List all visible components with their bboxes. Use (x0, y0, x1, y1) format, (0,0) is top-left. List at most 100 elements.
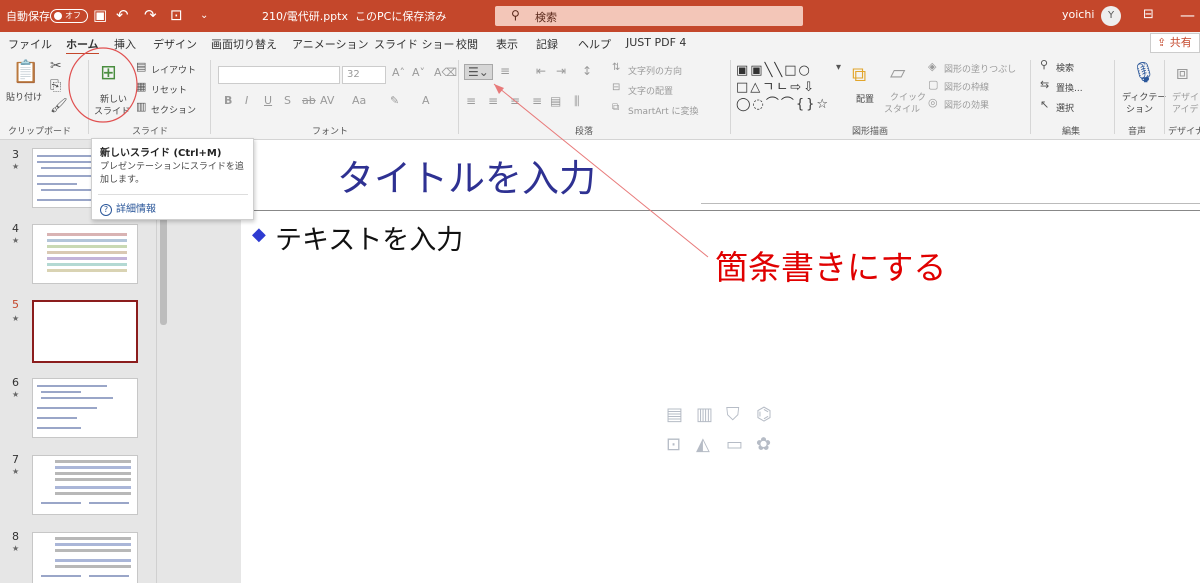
smartart-icon[interactable]: ⧉ (612, 102, 619, 113)
undo-icon[interactable]: ↶ (116, 6, 129, 24)
save-status[interactable]: このPCに保存済み (355, 8, 446, 24)
shapes-gallery[interactable]: ▣▣╲╲□○ □△ㄱㄴ⇨⇩ ◯◌⌒⌒{}☆ (736, 62, 836, 114)
bold-icon[interactable]: B (224, 94, 232, 107)
shape-fill-icon[interactable]: ◈ (928, 60, 936, 73)
slide-thumbnail-4[interactable] (32, 224, 138, 284)
select-button[interactable]: 選択 (1056, 101, 1074, 114)
increase-indent-icon[interactable]: ⇥ (556, 64, 566, 78)
present-icon[interactable]: ⊡ (170, 6, 183, 24)
replace-button[interactable]: 置換... (1056, 81, 1083, 94)
tooltip-help-link[interactable]: ? 詳細情報 (100, 200, 156, 216)
insert-stock-image-icon[interactable]: ◭ (696, 434, 710, 455)
insert-chart-icon[interactable]: ▥ (696, 404, 713, 425)
font-color-icon[interactable]: A (422, 94, 430, 107)
tab-slideshow[interactable]: スライド ショー (374, 36, 455, 52)
search-box[interactable]: ⚲ 検索 (495, 6, 803, 26)
align-text-button[interactable]: 文字の配置 (628, 84, 673, 97)
redo-icon[interactable]: ↷ (144, 6, 157, 24)
avatar[interactable]: Y (1101, 6, 1121, 26)
shape-outline-icon[interactable]: ▢ (928, 78, 938, 91)
italic-icon[interactable]: I (245, 94, 248, 107)
text-direction-button[interactable]: 文字列の方向 (628, 64, 682, 77)
microphone-icon[interactable]: 🎙 (1131, 60, 1156, 84)
tab-help[interactable]: ヘルプ (578, 36, 611, 52)
tab-review[interactable]: 校閲 (456, 36, 478, 52)
insert-video-icon[interactable]: ▭ (726, 434, 743, 455)
tab-home[interactable]: ホーム (66, 36, 99, 55)
user-name[interactable]: yoichi (1062, 8, 1094, 21)
designer-label-2[interactable]: アイデ (1172, 102, 1199, 115)
designer-icon[interactable]: ⧈ (1176, 60, 1189, 84)
align-left-icon[interactable]: ≡ (466, 94, 476, 108)
strikethrough-icon[interactable]: ab (302, 94, 316, 107)
find-button[interactable]: 検索 (1056, 61, 1074, 74)
slide-thumbnail-5-selected[interactable] (32, 300, 138, 363)
insert-icons-icon[interactable]: ✿ (756, 434, 771, 455)
customize-qat-icon[interactable]: ⌄ (200, 10, 208, 21)
tab-file[interactable]: ファイル (8, 36, 52, 52)
arrange-button[interactable]: 配置 (856, 92, 874, 105)
align-right-icon[interactable]: ≡ (510, 94, 520, 108)
section-button[interactable]: セクション (151, 103, 196, 116)
insert-table-icon[interactable]: ▤ (666, 404, 683, 425)
line-spacing-icon[interactable]: ↕ (582, 64, 592, 78)
distributed-icon[interactable]: ▤ (550, 94, 561, 108)
find-icon[interactable]: ⚲ (1040, 58, 1048, 71)
reset-button[interactable]: リセット (151, 83, 187, 96)
reset-icon[interactable]: ▦ (136, 80, 146, 93)
shape-effects-icon[interactable]: ◎ (928, 96, 938, 109)
format-painter-icon[interactable]: 🖌 (50, 98, 68, 114)
smartart-button[interactable]: SmartArt に変換 (628, 104, 698, 117)
tab-record[interactable]: 記録 (536, 36, 558, 52)
highlight-icon[interactable]: ✎ (390, 94, 399, 107)
paste-icon[interactable]: 📋 (12, 60, 39, 85)
gallery-scroll-icon[interactable]: ▾ (836, 62, 841, 73)
section-icon[interactable]: ▥ (136, 100, 146, 113)
tab-insert[interactable]: 挿入 (114, 36, 136, 52)
tab-design[interactable]: デザイン (153, 36, 197, 52)
insert-smartart-icon[interactable]: ⛉ (726, 404, 740, 425)
insert-picture-icon[interactable]: ⊡ (666, 434, 681, 455)
quick-styles-icon[interactable]: ▱ (890, 60, 905, 84)
slide-thumbnail-6[interactable] (32, 378, 138, 438)
tab-transitions[interactable]: 画面切り替え (211, 36, 277, 52)
autosave-toggle[interactable]: オフ (50, 9, 88, 23)
share-button[interactable]: ⇪ 共有 (1150, 33, 1200, 53)
replace-icon[interactable]: ⇆ (1040, 78, 1049, 91)
shape-fill-button[interactable]: 図形の塗りつぶし (944, 62, 1016, 75)
minimize-icon[interactable]: — (1180, 6, 1195, 24)
shape-outline-button[interactable]: 図形の枠線 (944, 80, 989, 93)
shadow-icon[interactable]: S (284, 94, 291, 107)
align-center-icon[interactable]: ≡ (488, 94, 498, 108)
slide-thumbnail-7[interactable] (32, 455, 138, 515)
new-slide-icon[interactable]: ⊞ (100, 60, 117, 84)
slide-thumbnail-8[interactable] (32, 532, 138, 583)
new-slide-label-2[interactable]: スライド (94, 104, 130, 117)
slide-body-text[interactable]: テキストを入力 (275, 218, 463, 257)
shape-effects-button[interactable]: 図形の効果 (944, 98, 989, 111)
copy-icon[interactable]: ⎘ (50, 78, 61, 94)
tab-just-pdf[interactable]: JUST PDF 4 (626, 36, 686, 49)
select-icon[interactable]: ↖ (1040, 98, 1049, 111)
cut-icon[interactable]: ✂ (50, 58, 62, 74)
paste-button[interactable]: 貼り付け (6, 90, 42, 103)
decrease-indent-icon[interactable]: ⇤ (536, 64, 546, 78)
bullets-icon[interactable]: ☰⌄ (464, 64, 493, 80)
quick-styles-label-2[interactable]: スタイル (884, 102, 920, 115)
slide-title[interactable]: タイトルを入力 (337, 148, 596, 202)
align-text-icon[interactable]: ⊟ (612, 82, 620, 93)
font-name-combo[interactable] (218, 66, 340, 84)
dictate-label-2[interactable]: ション (1126, 102, 1153, 115)
layout-button[interactable]: レイアウト (151, 63, 196, 76)
layout-icon[interactable]: ▤ (136, 60, 146, 73)
ribbon-display-icon[interactable]: ⊟ (1143, 7, 1154, 22)
clear-format-icon[interactable]: A⌫ (434, 66, 457, 79)
char-spacing-icon[interactable]: AV (320, 94, 334, 107)
underline-icon[interactable]: U (264, 94, 272, 107)
tab-animations[interactable]: アニメーション (292, 36, 369, 52)
tab-view[interactable]: 表示 (496, 36, 518, 52)
save-icon[interactable]: ▣ (93, 6, 107, 24)
grow-font-icon[interactable]: A˄ (392, 66, 405, 79)
columns-icon[interactable]: ⫼ (574, 94, 580, 109)
change-case-icon[interactable]: Aa (352, 94, 366, 107)
